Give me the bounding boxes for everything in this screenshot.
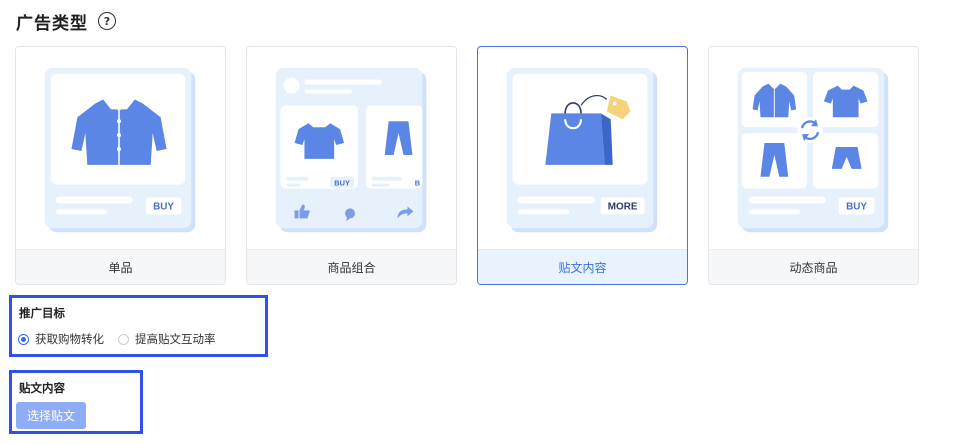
svg-text:B: B bbox=[415, 179, 421, 188]
ad-type-card-single[interactable]: BUY 单品 bbox=[15, 46, 226, 285]
promotion-goal-radio-group: 获取购物转化 提高贴文互动率 bbox=[18, 331, 216, 347]
ad-type-card-dynamic[interactable]: BUY 动态商品 bbox=[708, 46, 919, 285]
ad-type-cards: BUY 单品 BUY B 商品组合 MORE 贴文内容 BUY 动态商品 bbox=[15, 46, 919, 285]
ad-type-card-post[interactable]: MORE 贴文内容 bbox=[477, 46, 688, 285]
card-label: 单品 bbox=[16, 249, 225, 284]
product-combo-illustration: BUY B bbox=[275, 67, 427, 233]
radio-post-engagement[interactable]: 提高贴文互动率 bbox=[118, 331, 216, 347]
refresh-icon bbox=[797, 117, 823, 144]
select-post-button[interactable]: 选择贴文 bbox=[16, 402, 86, 429]
single-product-illustration: BUY bbox=[44, 67, 196, 233]
buy-tag: BUY bbox=[153, 201, 174, 212]
card-label: 商品组合 bbox=[247, 249, 456, 284]
page-title: 广告类型 bbox=[16, 13, 88, 34]
radio-label: 提高贴文互动率 bbox=[135, 332, 216, 346]
radio-label: 获取购物转化 bbox=[35, 332, 104, 346]
ad-type-card-combo[interactable]: BUY B 商品组合 bbox=[246, 46, 457, 285]
more-tag: MORE bbox=[608, 201, 638, 212]
buy-tag: BUY bbox=[846, 201, 867, 212]
radio-purchase-conversion[interactable]: 获取购物转化 bbox=[18, 331, 104, 347]
section-title: 贴文内容 bbox=[19, 381, 65, 395]
radio-checked-icon[interactable] bbox=[18, 333, 29, 345]
card-label: 贴文内容 bbox=[478, 249, 687, 284]
section-title: 推广目标 bbox=[19, 306, 65, 320]
radio-unchecked-icon[interactable] bbox=[118, 333, 129, 345]
dynamic-product-illustration: BUY bbox=[737, 67, 889, 233]
promotion-goal-section: 推广目标 获取购物转化 提高贴文互动率 bbox=[9, 295, 268, 357]
post-content-illustration: MORE bbox=[506, 67, 658, 233]
ad-type-header: 广告类型 ? bbox=[16, 8, 116, 34]
question-circle-icon[interactable]: ? bbox=[98, 12, 116, 30]
buy-tag: BUY bbox=[334, 179, 350, 188]
post-content-section: 贴文内容 选择贴文 bbox=[9, 370, 143, 434]
card-label: 动态商品 bbox=[709, 249, 918, 284]
